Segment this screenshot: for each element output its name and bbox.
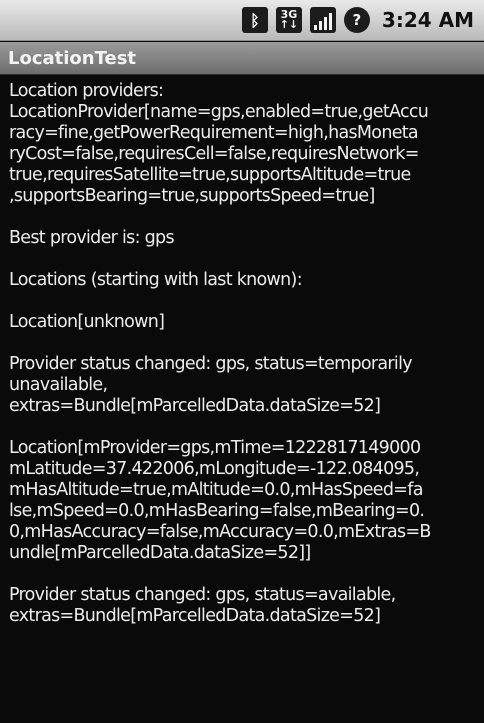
log-paragraph: Location[unknown] (9, 312, 480, 333)
log-paragraph: Location[mProvider=gps,mTime=12228171490… (9, 438, 480, 564)
log-line: Locations (starting with last known): (9, 270, 303, 290)
log-line: ryCost=false,requiresCell=false,requires… (9, 144, 419, 164)
log-output: Location providers: LocationProvider[name… (9, 81, 480, 648)
log-line: lse,mSpeed=0.0,mHasBearing=false,mBearin… (9, 501, 425, 521)
signal-bar-2 (318, 21, 322, 30)
log-line: Location[mProvider=gps,mTime=12228171490… (9, 438, 421, 458)
status-bar: ᛒ 3G ↑↓ ? 3:24 AM (0, 0, 484, 41)
status-time: 3:24 AM (381, 8, 474, 32)
3g-icon: 3G ↑↓ (275, 7, 302, 33)
log-paragraph: Locations (starting with last known): (9, 270, 480, 291)
log-line: Best provider is: gps (9, 228, 175, 248)
log-line: racy=fine,getPowerRequirement=high,hasMo… (9, 123, 419, 143)
bluetooth-glyph: ᛒ (250, 10, 260, 30)
log-line: true,requiresSatellite=true,supportsAlti… (9, 165, 411, 185)
log-line: LocationProvider[name=gps,enabled=true,g… (9, 102, 429, 122)
signal-bar-1 (313, 25, 317, 30)
log-paragraph: Provider status changed: gps, status=tem… (9, 354, 480, 417)
log-paragraph: Provider status changed: gps, status=ava… (9, 585, 480, 627)
app-title-bar: LocationTest (0, 42, 484, 75)
log-line: Provider status changed: gps, status=ava… (9, 585, 396, 605)
app-title: LocationTest (8, 47, 137, 69)
log-line: extras=Bundle[mParcelledData.dataSize=52… (9, 606, 381, 626)
log-line: Provider status changed: gps, status=tem… (9, 354, 413, 374)
help-icon: ? (343, 7, 370, 33)
log-line: undle[mParcelledData.dataSize=52]] (9, 543, 311, 563)
log-line: mLatitude=37.422006,mLongitude=-122.0840… (9, 459, 420, 479)
log-line: unavailable, (9, 375, 108, 395)
log-line: ,supportsBearing=true,supportsSpeed=true… (9, 186, 375, 206)
log-paragraph: Best provider is: gps (9, 228, 480, 249)
signal-bar-3 (323, 17, 327, 30)
log-line: extras=Bundle[mParcelledData.dataSize=52… (9, 396, 381, 416)
log-line: Location[unknown] (9, 312, 165, 332)
network-activity-label: ↑↓ (279, 18, 299, 31)
log-line: 0,mHasAccuracy=false,mAccuracy=0.0,mExtr… (9, 522, 431, 542)
log-line: Location providers: (9, 81, 164, 101)
bluetooth-icon: ᛒ (241, 7, 268, 33)
help-glyph: ? (352, 11, 362, 29)
signal-icon (309, 7, 336, 33)
log-paragraph: Location providers: LocationProvider[name… (9, 81, 480, 207)
log-line: mHasAltitude=true,mAltitude=0.0,mHasSpee… (9, 480, 423, 500)
signal-bar-4 (328, 13, 332, 30)
phone-screen: ᛒ 3G ↑↓ ? 3:24 AM LocationTest Location … (0, 0, 484, 723)
